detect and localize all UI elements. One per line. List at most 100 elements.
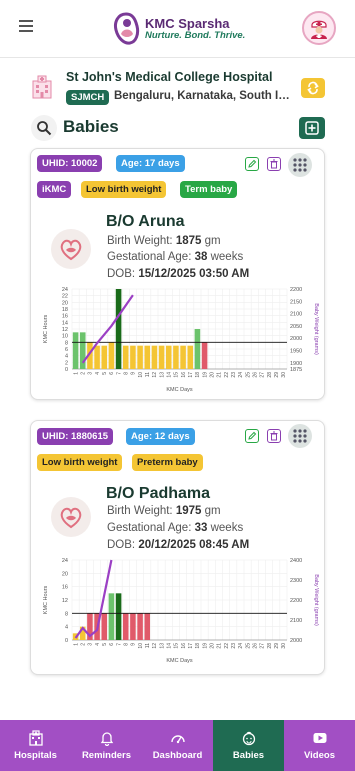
search-button[interactable] [31, 115, 57, 141]
x-tick-label: 13 [159, 372, 165, 378]
kmc-chart: 0 2 4 6 8 10 12 14 16 18 20 22 24 1875 1900 1950 2000 205… [35, 285, 323, 402]
uhid-badge: UHID: 10002 [37, 155, 103, 172]
kmc-hours-bar [130, 345, 136, 369]
swap-icon [307, 81, 319, 95]
birth-weight-label: Birth Weight: [107, 505, 173, 517]
qr-code-button[interactable] [288, 424, 312, 448]
x-tick-label: 22 [224, 643, 230, 649]
gestational-value: 38 [194, 251, 208, 263]
dob-label: DOB: [107, 268, 136, 280]
x-axis-label: KMC Days [166, 658, 193, 664]
x-tick-label: 3 [88, 372, 94, 375]
search-icon [37, 121, 52, 136]
nav-babies[interactable]: Babies [213, 720, 284, 771]
edit-button[interactable] [245, 429, 259, 443]
nav-dashboard[interactable]: Dashboard [142, 720, 213, 771]
y-tick-label: 14 [62, 320, 68, 326]
plus-icon [305, 121, 319, 135]
x-tick-label: 29 [274, 643, 280, 649]
weight-unit: gm [204, 235, 221, 247]
y2-tick-label: 1950 [290, 349, 302, 355]
birth-weight: Birth Weight: 1875 gm [107, 235, 221, 247]
gestational-age: Gestational Age: 38 weeks [107, 251, 243, 263]
pencil-icon [248, 431, 257, 440]
x-tick-label: 7 [116, 372, 122, 375]
y-tick-label: 16 [62, 585, 68, 591]
y-tick-label: 4 [65, 354, 68, 360]
kmc-hours-bar [122, 345, 129, 369]
baby-icon [242, 731, 255, 746]
y2-tick-label: 2050 [290, 324, 302, 330]
y2-tick-label: 2000 [290, 638, 302, 644]
birth-weight: Birth Weight: 1975 gm [107, 505, 221, 517]
baby-card[interactable]: UHID: 1880615 Age: 12 days Low birth wei… [30, 420, 325, 675]
app-logo-icon [114, 12, 140, 45]
app-header: KMC Sparsha Nurture. Bond. Thrive. [0, 0, 355, 58]
x-tick-label: 4 [95, 643, 101, 646]
kmc-hours-bar [101, 345, 108, 369]
birth-weight-label: Birth Weight: [107, 235, 173, 247]
x-tick-label: 29 [274, 372, 280, 378]
birth-weight-value: 1975 [175, 505, 202, 517]
y-tick-label: 22 [62, 294, 68, 300]
x-tick-label: 17 [188, 643, 194, 649]
baby-avatar [51, 497, 91, 537]
y2-tick-label: 1900 [290, 361, 302, 367]
grid-dots-icon [293, 158, 307, 172]
x-tick-label: 1 [73, 372, 79, 375]
baby-avatar [51, 229, 91, 269]
delete-button[interactable] [267, 429, 281, 443]
hamburger-menu-icon[interactable] [19, 20, 33, 32]
nav-videos[interactable]: Videos [284, 720, 355, 771]
y2-axis-label: Baby Weight (grams) [313, 574, 319, 626]
qr-code-button[interactable] [288, 153, 312, 177]
mother-baby-icon [60, 507, 82, 529]
birth-weight-value: 1875 [175, 235, 202, 247]
x-tick-label: 17 [188, 372, 194, 378]
dob-value: 15/12/2025 03:50 AM [138, 268, 250, 280]
x-tick-label: 4 [95, 372, 101, 375]
kmc-hours-bar [180, 345, 186, 369]
x-tick-label: 19 [202, 643, 208, 649]
x-tick-label: 8 [124, 643, 130, 646]
x-axis-label: KMC Days [166, 387, 193, 393]
y2-tick-label: 2150 [290, 299, 302, 305]
x-tick-label: 5 [102, 372, 108, 375]
gestational-value: 33 [194, 522, 208, 534]
x-tick-label: 24 [238, 643, 244, 649]
x-tick-label: 30 [281, 372, 287, 378]
nav-hospitals[interactable]: Hospitals [0, 720, 71, 771]
hospital-code-badge: SJMCH [66, 90, 110, 105]
y-tick-label: 8 [65, 340, 68, 346]
x-tick-label: 27 [260, 372, 266, 378]
edit-button[interactable] [245, 157, 259, 171]
nav-reminders[interactable]: Reminders [71, 720, 142, 771]
kmc-hours-bar [144, 345, 151, 369]
y2-axis-label: Baby Weight (grams) [313, 303, 319, 355]
add-baby-button[interactable] [299, 117, 325, 139]
delete-button[interactable] [267, 157, 281, 171]
x-tick-label: 14 [167, 643, 173, 649]
switch-hospital-button[interactable] [301, 78, 325, 98]
hospital-location: Bengaluru, Karnataka, South In... [114, 90, 294, 102]
x-tick-label: 15 [174, 643, 180, 649]
app-tagline: Nurture. Bond. Thrive. [145, 30, 246, 41]
nav-label: Reminders [81, 750, 132, 761]
x-tick-label: 19 [202, 372, 208, 378]
x-tick-label: 5 [102, 643, 108, 646]
baby-card[interactable]: UHID: 10002 Age: 17 days iKMC Low birth … [30, 148, 325, 400]
y-tick-label: 24 [62, 287, 68, 293]
x-tick-label: 11 [145, 643, 151, 648]
gestational-label: Gestational Age: [107, 251, 192, 263]
gestational-unit: weeks [210, 251, 244, 263]
bottom-nav: Hospitals Reminders Dashboard Babies Vid… [0, 720, 355, 771]
x-tick-label: 15 [174, 372, 180, 378]
profile-button[interactable] [302, 11, 336, 45]
y2-tick-label: 2400 [290, 558, 302, 564]
kmc-hours-bar [130, 613, 136, 640]
video-icon [313, 733, 326, 743]
gestational-age: Gestational Age: 33 weeks [107, 522, 243, 534]
x-tick-label: 23 [231, 643, 237, 649]
kmc-hours-bar [108, 342, 115, 369]
nav-label: Videos [304, 750, 335, 761]
